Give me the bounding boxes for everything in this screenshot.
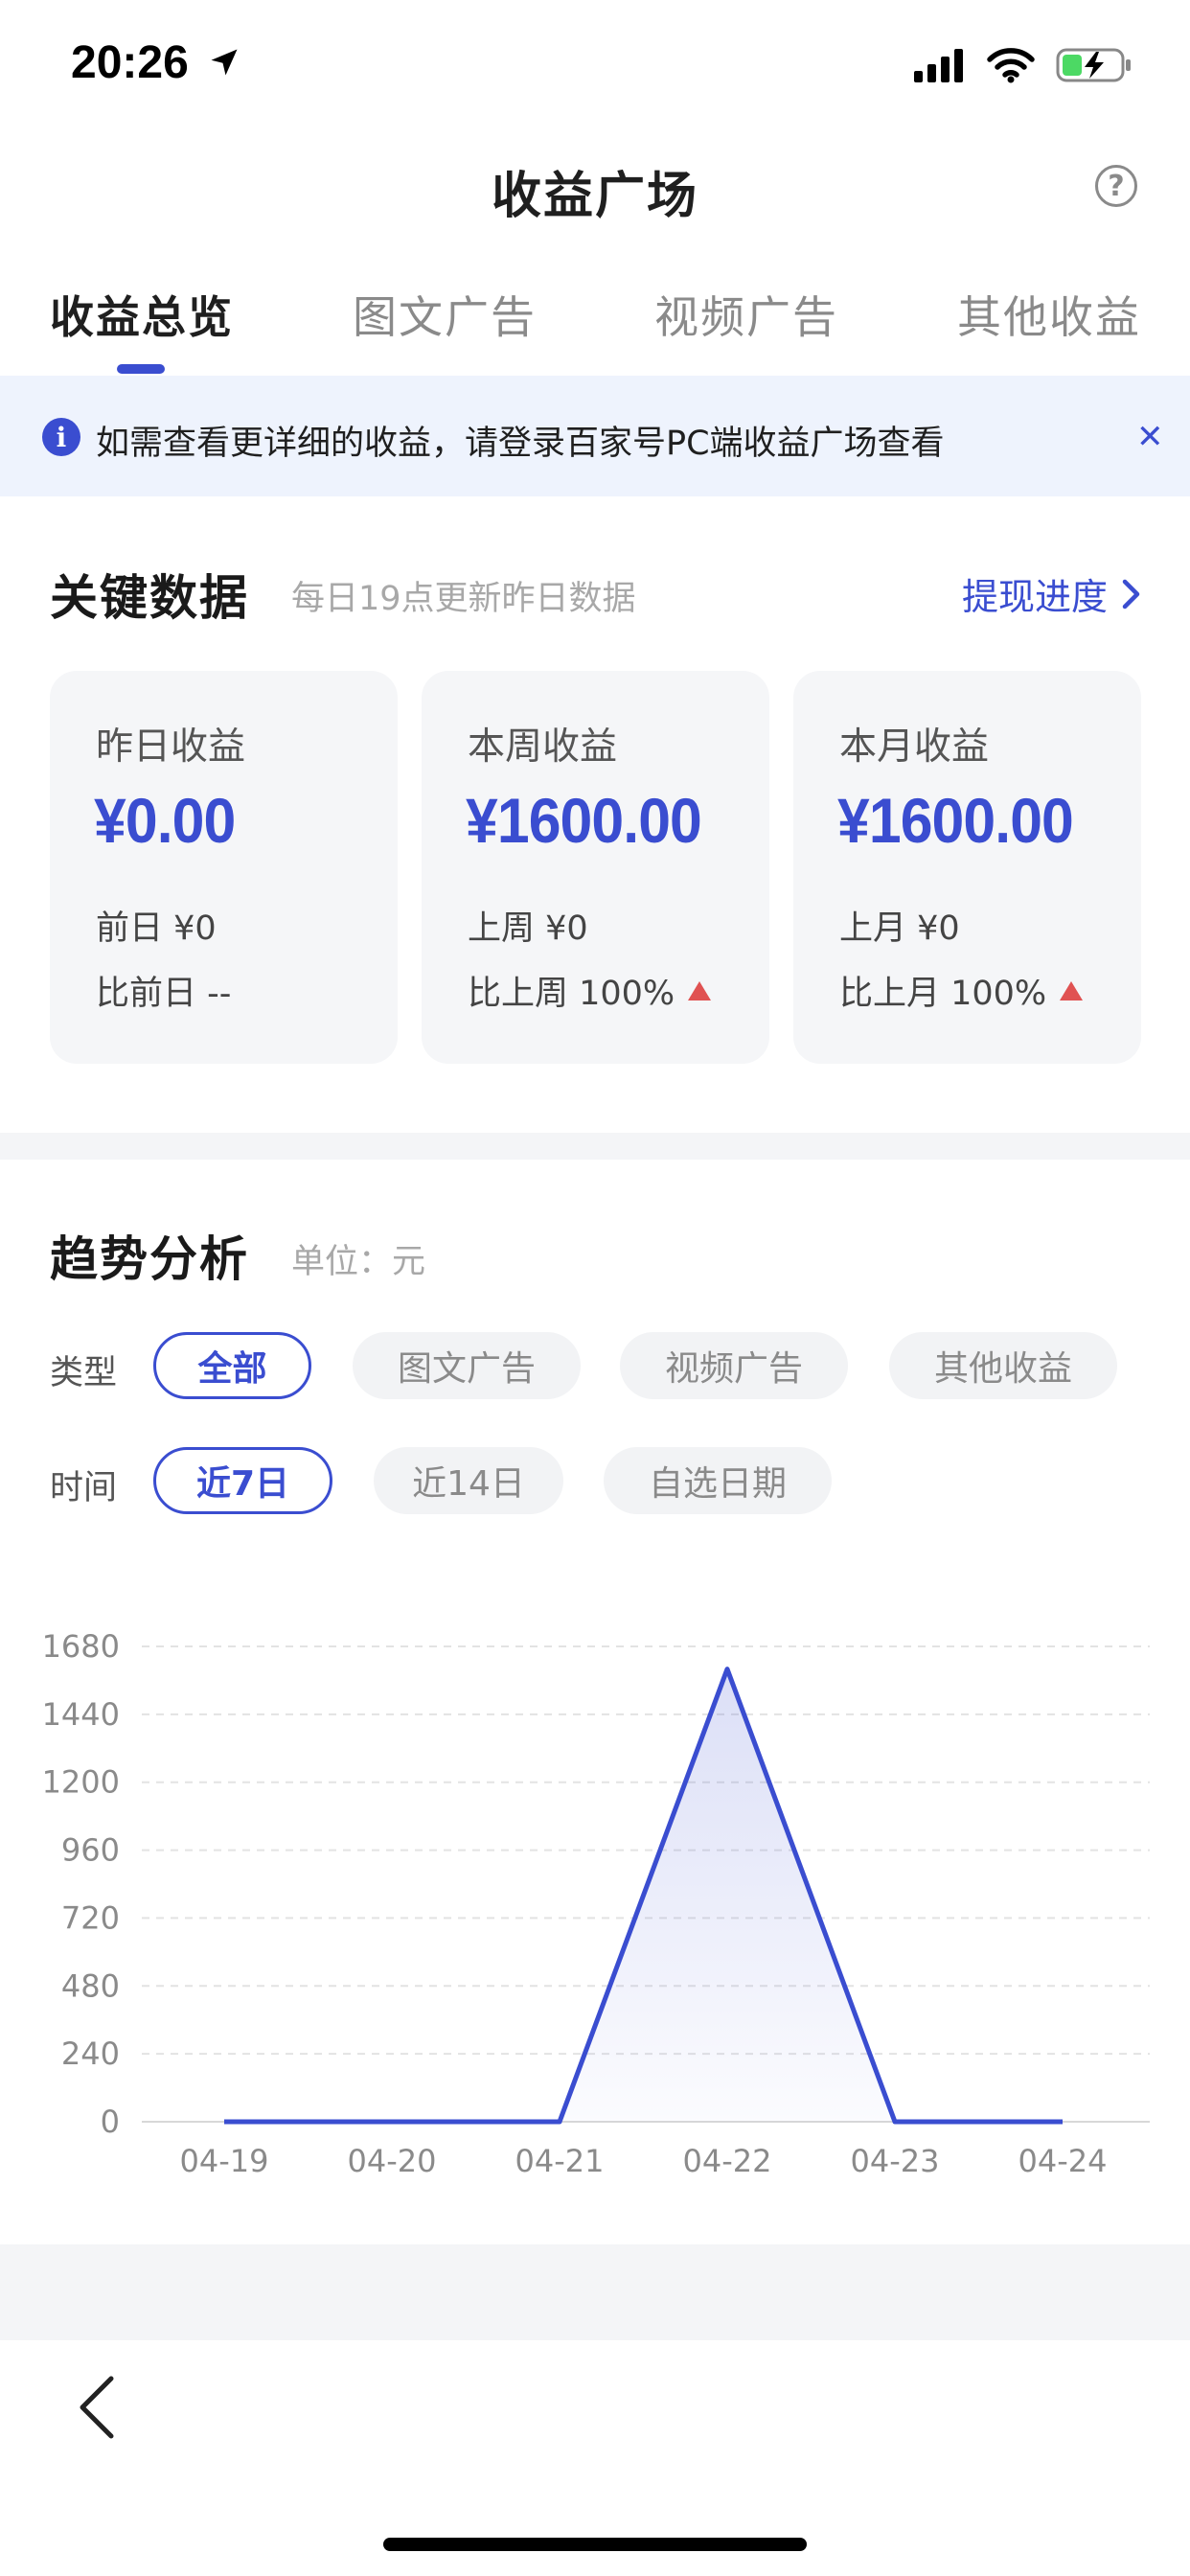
x-tick-label: 04-20 — [348, 2143, 437, 2179]
bottom-spacer — [0, 2244, 1190, 2340]
type-chip-image-text[interactable]: 图文广告 — [353, 1332, 581, 1399]
earnings-trend-chart: 0 240 480 720 960 1200 1440 1680 04-19 04-20 04-2… — [42, 1628, 1150, 2179]
tab-image-text-ads[interactable]: 图文广告 — [353, 283, 537, 346]
card-label: 昨日收益 — [96, 725, 246, 769]
info-icon: i — [42, 418, 80, 456]
y-tick-label: 960 — [61, 1832, 120, 1869]
card-compare-text: 比上月 100% — [839, 975, 1047, 1013]
trend-up-icon — [688, 980, 712, 1000]
y-tick-label: 1200 — [42, 1764, 120, 1801]
card-value: ¥1600.00 — [466, 785, 702, 856]
card-value: ¥1600.00 — [837, 785, 1074, 856]
type-filter-label: 类型 — [50, 1354, 118, 1392]
time-chip-custom-date[interactable]: 自选日期 — [604, 1447, 832, 1514]
tab-earnings-overview[interactable]: 收益总览 — [50, 283, 234, 346]
card-previous: 上周 ¥0 — [468, 909, 588, 948]
section-divider — [0, 1133, 1190, 1160]
trend-title: 趋势分析 — [50, 1231, 249, 1287]
home-indicator — [383, 2538, 807, 2551]
card-compare: 比前日 -- — [96, 966, 231, 1015]
card-compare-text: 比前日 -- — [96, 975, 232, 1013]
trend-up-icon — [1060, 980, 1084, 1000]
time-chip-7days[interactable]: 近7日 — [153, 1447, 332, 1514]
x-tick-label: 04-24 — [1018, 2143, 1108, 2179]
y-axis-ticks: 0 240 480 720 960 1200 1440 1680 — [42, 1628, 120, 2140]
card-label: 本周收益 — [468, 725, 618, 769]
x-tick-label: 04-19 — [180, 2143, 269, 2179]
card-compare: 比上月 100% — [839, 966, 1084, 1015]
y-tick-label: 720 — [61, 1899, 120, 1936]
y-tick-label: 1440 — [42, 1696, 120, 1733]
x-axis-ticks: 04-19 04-20 04-21 04-22 04-23 04-24 — [180, 2143, 1108, 2179]
key-data-subtitle: 每日19点更新昨日数据 — [291, 580, 636, 618]
status-icons — [912, 46, 1133, 84]
back-icon[interactable] — [73, 2373, 121, 2442]
wifi-icon — [987, 48, 1035, 83]
type-chip-other[interactable]: 其他收益 — [889, 1332, 1117, 1399]
trend-unit: 单位：元 — [291, 1243, 426, 1281]
card-week-earnings: 本周收益 ¥1600.00 上周 ¥0 比上周 100% — [422, 671, 769, 1064]
close-icon[interactable]: ✕ — [1136, 418, 1164, 456]
card-value: ¥0.00 — [94, 785, 236, 856]
chevron-right-icon — [1122, 579, 1140, 609]
card-previous: 上月 ¥0 — [839, 909, 960, 948]
x-tick-label: 04-23 — [851, 2143, 940, 2179]
tab-video-ads[interactable]: 视频广告 — [654, 283, 838, 346]
status-time: 20:26 — [71, 36, 241, 89]
x-tick-label: 04-22 — [683, 2143, 772, 2179]
key-data-title: 关键数据 — [50, 570, 249, 626]
card-compare: 比上周 100% — [468, 966, 712, 1015]
cellular-signal-icon — [914, 49, 963, 82]
y-tick-label: 480 — [61, 1967, 120, 2004]
type-chip-video[interactable]: 视频广告 — [620, 1332, 848, 1399]
card-previous: 前日 ¥0 — [96, 909, 217, 948]
page-title: 收益广场 — [491, 168, 698, 225]
card-month-earnings: 本月收益 ¥1600.00 上月 ¥0 比上月 100% — [793, 671, 1141, 1064]
active-tab-indicator — [117, 364, 165, 374]
tab-other-earnings[interactable]: 其他收益 — [957, 283, 1141, 346]
card-compare-text: 比上周 100% — [468, 975, 675, 1013]
time-chip-14days[interactable]: 近14日 — [374, 1447, 563, 1514]
card-label: 本月收益 — [839, 725, 990, 769]
time-filter-label: 时间 — [50, 1469, 118, 1507]
withdraw-progress-link[interactable]: 提现进度 — [962, 567, 1142, 620]
type-chip-all[interactable]: 全部 — [153, 1332, 311, 1399]
location-arrow-icon — [211, 49, 238, 76]
y-tick-label: 1680 — [42, 1628, 120, 1665]
x-tick-label: 04-21 — [515, 2143, 605, 2179]
y-tick-label: 0 — [101, 2104, 120, 2140]
notice-text: 如需查看更详细的收益，请登录百家号PC端收益广场查看 — [96, 425, 945, 463]
help-icon[interactable]: ? — [1095, 165, 1137, 207]
withdraw-progress-label: 提现进度 — [961, 576, 1108, 618]
y-tick-label: 240 — [61, 2036, 120, 2072]
card-yesterday-earnings: 昨日收益 ¥0.00 前日 ¥0 比前日 -- — [50, 671, 398, 1064]
battery-charging-icon — [1056, 48, 1131, 82]
